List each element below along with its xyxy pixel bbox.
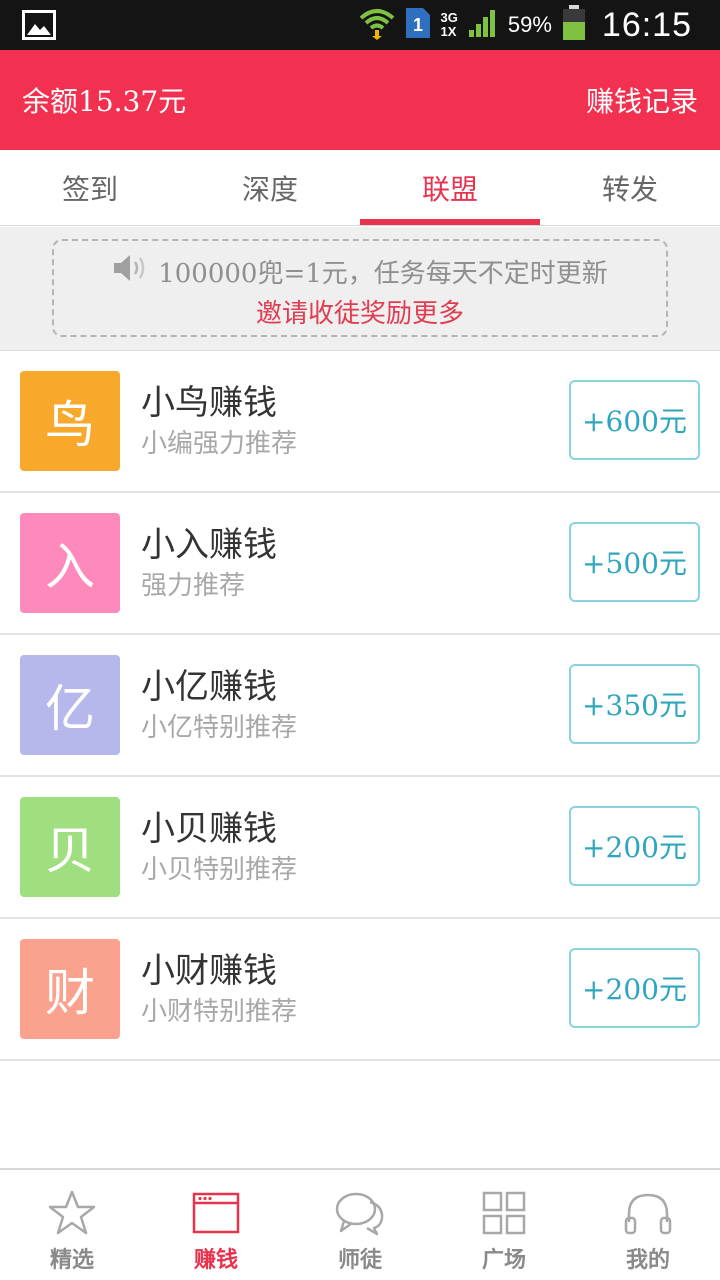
category-tabs: 签到 深度 联盟 转发	[0, 150, 720, 226]
tab-forward[interactable]: 转发	[540, 150, 720, 225]
grid-icon	[477, 1188, 531, 1238]
reward-button[interactable]: +350元	[569, 664, 700, 744]
tab-sign-in[interactable]: 签到	[0, 150, 180, 225]
nav-square[interactable]: 广场	[432, 1170, 576, 1280]
nav-label: 我的	[625, 1248, 670, 1273]
nav-label: 赚钱	[193, 1248, 238, 1273]
item-title: 小入赚钱	[141, 525, 277, 565]
list-item[interactable]: 亿 小亿赚钱 小亿特别推荐 +350元	[0, 635, 720, 777]
app-logo: 财	[20, 939, 120, 1039]
sim-slot-number: 1	[413, 15, 423, 35]
item-subtitle: 小编强力推荐	[141, 429, 298, 459]
nav-featured[interactable]: 精选	[0, 1170, 144, 1280]
reward-button[interactable]: +200元	[569, 806, 700, 886]
reward-button[interactable]: +200元	[569, 948, 700, 1028]
bottom-nav: 精选 赚钱 师徒 广场 我的	[0, 1168, 720, 1280]
reward-button[interactable]: +500元	[569, 522, 700, 602]
item-subtitle: 小亿特别推荐	[141, 713, 298, 743]
reward-button[interactable]: +600元	[569, 380, 700, 460]
app-logo: 亿	[20, 655, 120, 755]
status-right-group: 1 3G 1X 59% 16:15	[359, 0, 692, 50]
app-logo: 鸟	[20, 371, 120, 471]
invite-link[interactable]: 邀请收徒奖励更多	[54, 293, 666, 330]
battery-icon	[562, 5, 586, 45]
battery-percent: 59%	[507, 12, 552, 37]
list-item[interactable]: 贝 小贝赚钱 小贝特别推荐 +200元	[0, 777, 720, 919]
signal-icon	[468, 8, 498, 42]
task-list: 鸟 小鸟赚钱 小编强力推荐 +600元 入 小入赚钱 强力推荐 +500元 亿 …	[0, 351, 720, 1061]
tab-alliance[interactable]: 联盟	[360, 150, 540, 225]
item-title: 小鸟赚钱	[141, 383, 277, 423]
speaker-icon	[112, 253, 158, 290]
star-icon	[45, 1188, 99, 1238]
notice-box: 100000兜=1元，任务每天不定时更新 邀请收徒奖励更多	[52, 239, 668, 337]
tab-depth[interactable]: 深度	[180, 150, 360, 225]
item-title: 小亿赚钱	[141, 667, 277, 707]
nav-label: 精选	[49, 1248, 94, 1273]
item-subtitle: 强力推荐	[141, 571, 246, 601]
item-title: 小财赚钱	[141, 951, 277, 991]
sim-card-icon: 1	[405, 7, 431, 43]
nav-label: 广场	[481, 1248, 526, 1273]
nav-mine[interactable]: 我的	[576, 1170, 720, 1280]
nav-earn[interactable]: 赚钱	[144, 1170, 288, 1280]
notice-line-1: 100000兜=1元，任务每天不定时更新	[54, 253, 666, 290]
list-item[interactable]: 入 小入赚钱 强力推荐 +500元	[0, 493, 720, 635]
app-root: 1 3G 1X 59% 16:15 余额15.37元 赚钱记录 签到 深度 联盟…	[0, 0, 720, 1280]
clock: 16:15	[601, 5, 692, 44]
app-logo: 贝	[20, 797, 120, 897]
browser-window-icon	[189, 1188, 243, 1238]
item-subtitle: 小贝特别推荐	[141, 855, 298, 885]
nav-mentor[interactable]: 师徒	[288, 1170, 432, 1280]
wifi-icon	[359, 6, 395, 44]
status-bar: 1 3G 1X 59% 16:15	[0, 0, 720, 50]
item-title: 小贝赚钱	[141, 809, 277, 849]
headphones-icon	[621, 1188, 675, 1238]
app-header: 余额15.37元 赚钱记录	[0, 50, 720, 150]
notice-text: 100000兜=1元，任务每天不定时更新	[158, 259, 608, 289]
earning-record-link[interactable]: 赚钱记录	[586, 80, 698, 120]
balance-label: 余额15.37元	[22, 85, 187, 118]
gallery-notification-icon	[22, 10, 56, 40]
network-bottom-label: 1X	[440, 24, 457, 39]
nav-label: 师徒	[337, 1248, 382, 1273]
item-subtitle: 小财特别推荐	[141, 997, 298, 1027]
notice-area: 100000兜=1元，任务每天不定时更新 邀请收徒奖励更多	[0, 227, 720, 351]
list-item[interactable]: 鸟 小鸟赚钱 小编强力推荐 +600元	[0, 351, 720, 493]
app-logo: 入	[20, 513, 120, 613]
network-top-label: 3G	[440, 10, 458, 25]
network-type: 3G 1X	[441, 11, 458, 39]
chat-bubbles-icon	[333, 1188, 387, 1238]
list-item[interactable]: 财 小财赚钱 小财特别推荐 +200元	[0, 919, 720, 1061]
